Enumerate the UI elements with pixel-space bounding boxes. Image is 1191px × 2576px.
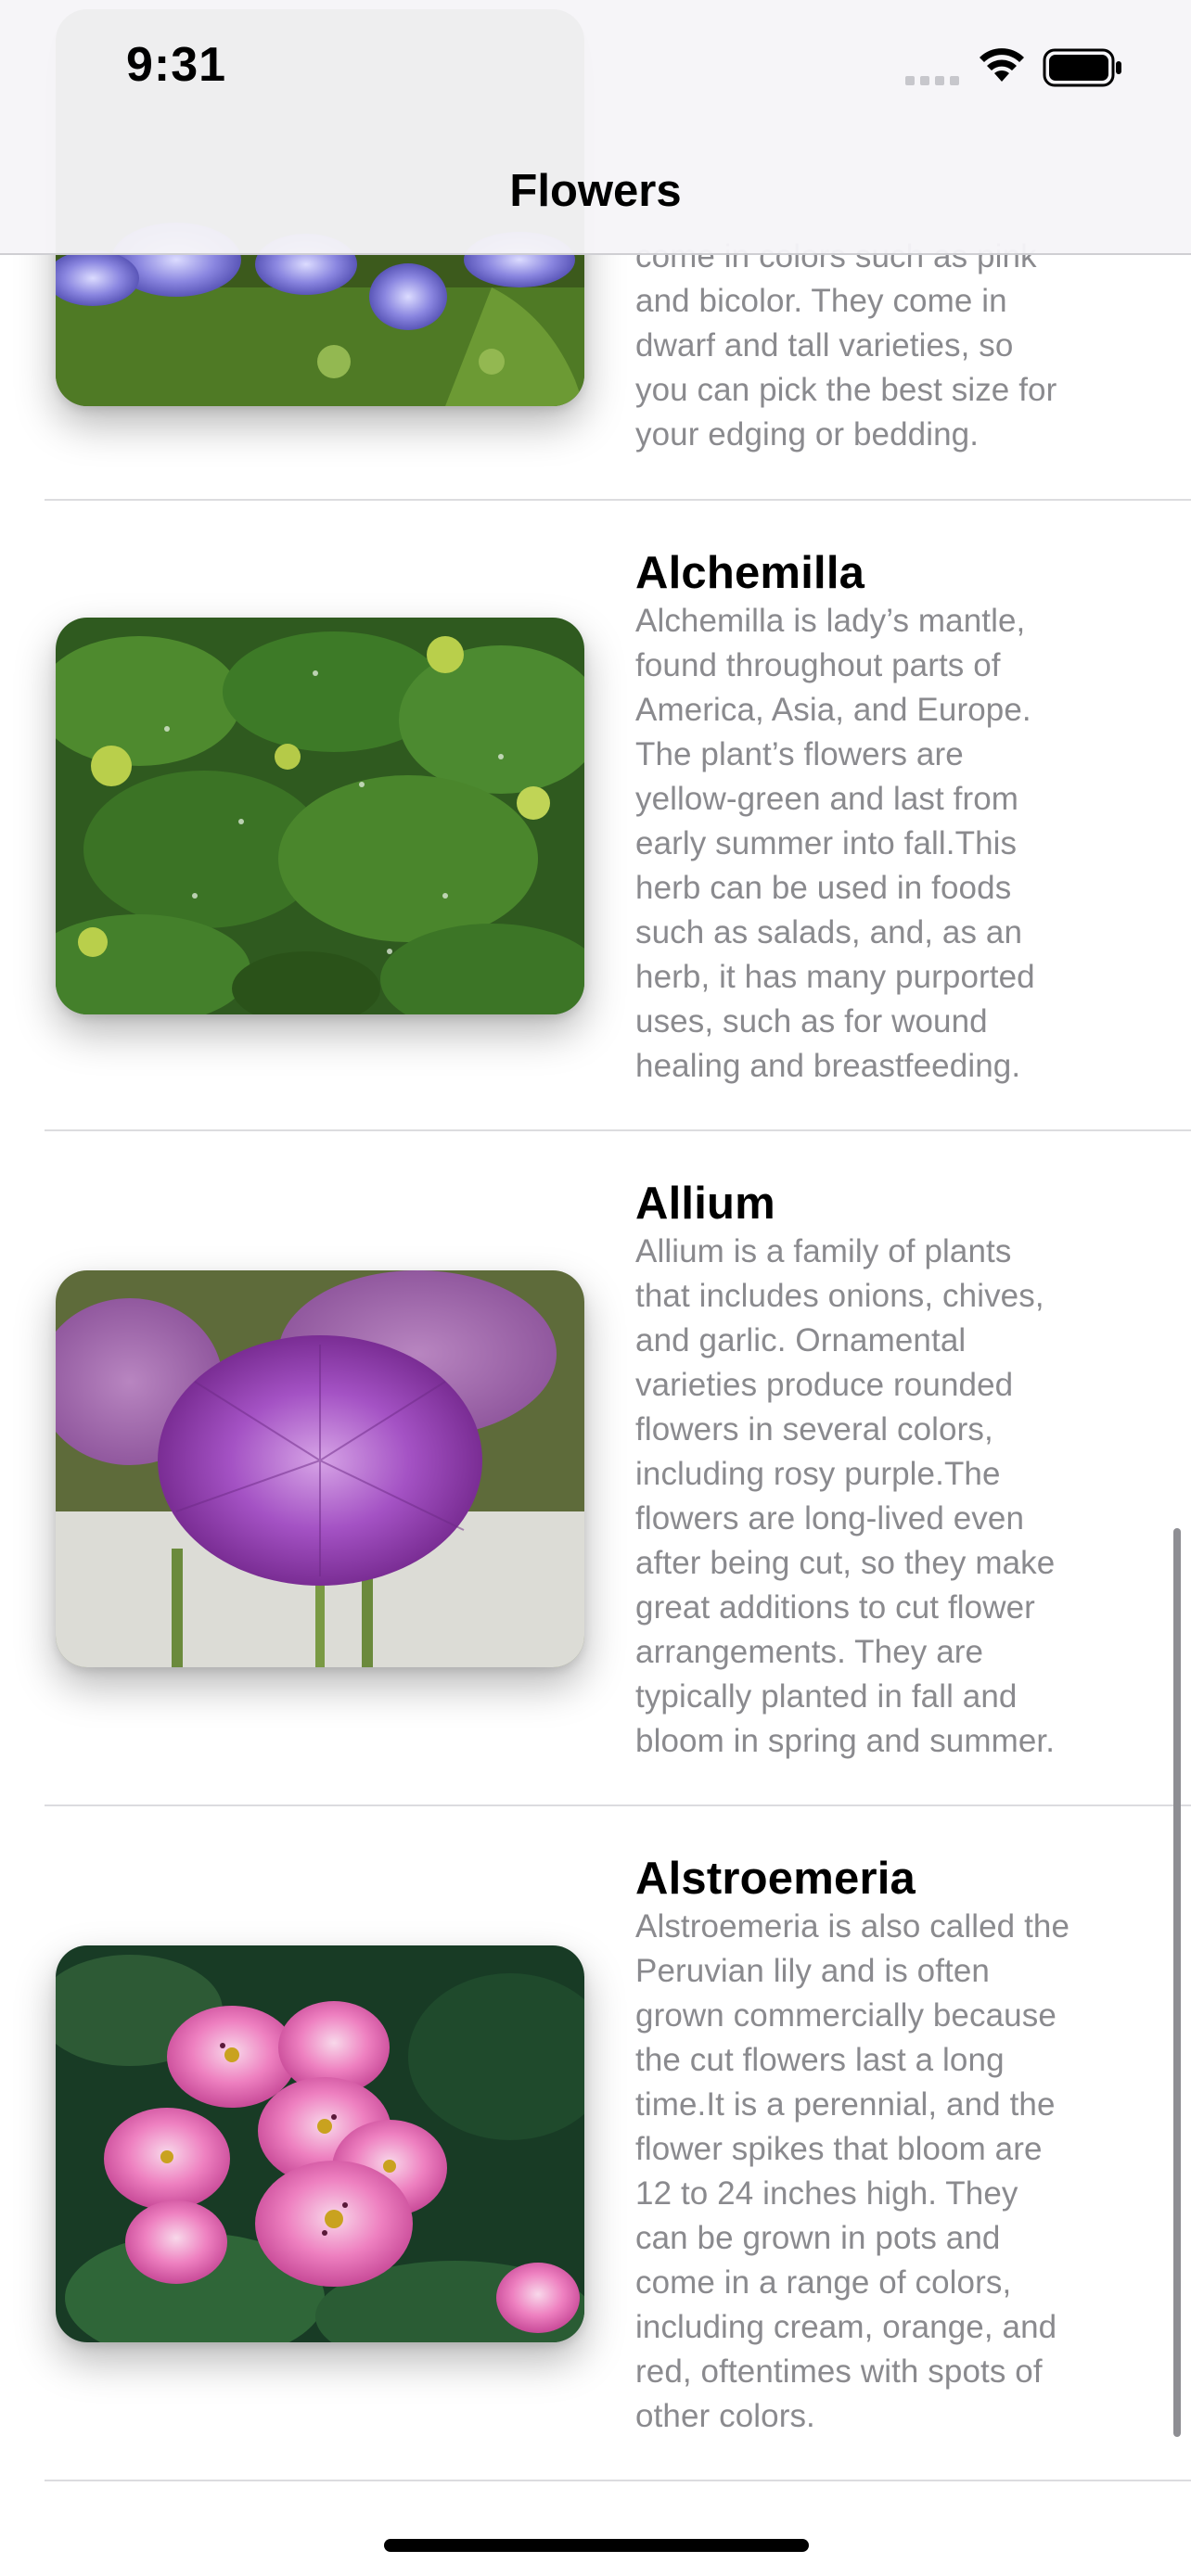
screen: come in colors such as pink and bicolor.… (0, 0, 1191, 2576)
home-indicator[interactable] (384, 2539, 809, 2552)
row-separator (45, 2480, 1191, 2481)
flower-thumbnail (56, 1270, 584, 1667)
wifi-icon (980, 48, 1024, 82)
flower-thumbnail (56, 1945, 584, 2342)
page-title: Flowers (509, 166, 682, 216)
flower-list[interactable]: come in colors such as pink and bicolor.… (0, 0, 1191, 2576)
flower-title: Alstroemeria (635, 1854, 916, 1904)
list-item-alchemilla[interactable]: Alchemilla Alchemilla is lady’s mantle, … (0, 501, 1191, 1131)
cellular-signal-icon (905, 76, 959, 85)
status-time: 9:31 (126, 38, 227, 92)
list-item-alstroemeria[interactable]: Alstroemeria Alstroemeria is also called… (0, 1806, 1191, 2481)
flower-description: Alstroemeria is also called the Peruvian… (635, 1908, 1070, 2434)
flower-thumbnail (56, 618, 584, 1014)
list-item-allium[interactable]: Allium Allium is a family of plants that… (0, 1131, 1191, 1806)
scroll-indicator[interactable] (1173, 1528, 1181, 2437)
flower-description: Alchemilla is lady’s mantle, found throu… (635, 603, 1035, 1084)
flower-description: Allium is a family of plants that includ… (635, 1233, 1056, 1759)
flower-title: Allium (635, 1179, 775, 1229)
battery-icon (1043, 48, 1121, 87)
flower-title: Alchemilla (635, 548, 865, 598)
flower-description: come in colors such as pink and bicolor.… (635, 238, 1057, 453)
navigation-bar: 9:31 Flowers (0, 0, 1191, 255)
